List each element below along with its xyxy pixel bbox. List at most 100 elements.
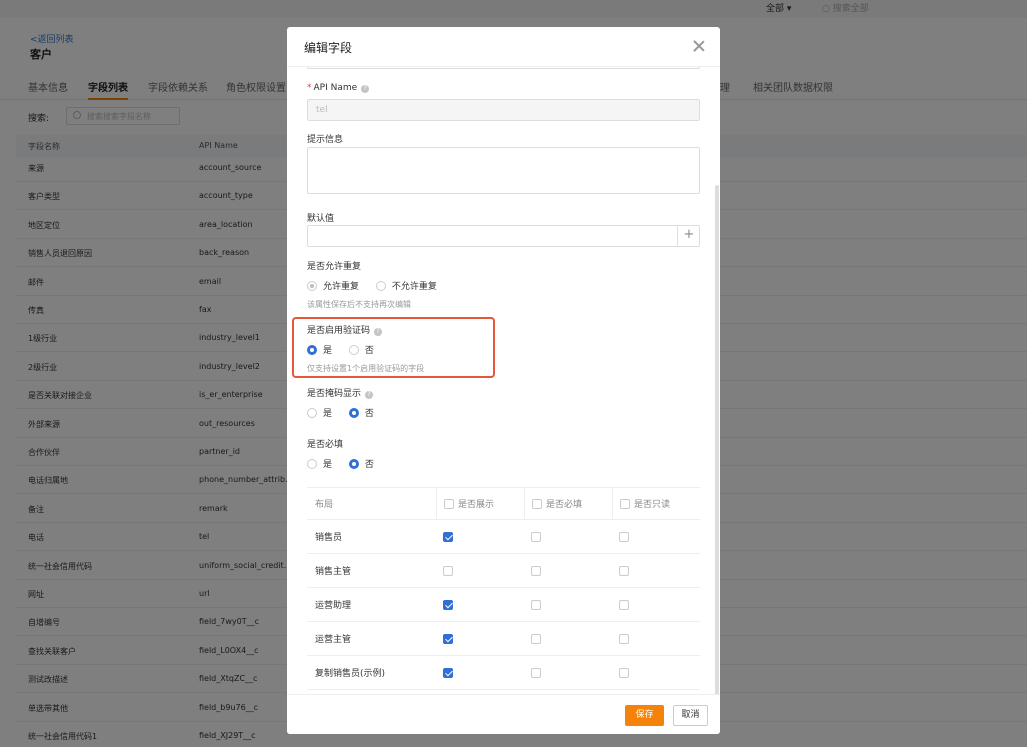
layout-permission-table: 布局 是否展示 是否必填 是否只读 销售员销售主管运营助理运营主管复制销售员(示…	[307, 487, 700, 690]
api-name-label-text: API Name	[313, 83, 358, 93]
radio-mask-no[interactable]: 否	[348, 406, 374, 419]
required-checkbox[interactable]	[531, 531, 541, 542]
show-checkbox-cell	[436, 588, 524, 621]
radio-mask-yes[interactable]: 是	[307, 406, 332, 419]
help-icon[interactable]: ?	[374, 328, 383, 336]
api-name-input[interactable]	[307, 99, 700, 121]
radio-circle	[348, 458, 359, 469]
verify-code-label-text: 是否启用验证码	[307, 326, 371, 336]
required-checkbox-cell	[524, 656, 612, 689]
radio-circle	[348, 344, 359, 355]
layout-name: 销售主管	[315, 567, 352, 577]
required-radio-group: 是 否	[307, 457, 388, 471]
header-layout: 布局	[315, 500, 334, 510]
dialog-footer: 保存 取消	[287, 694, 720, 734]
api-name-label: * API Name?	[307, 83, 370, 93]
header-show-all[interactable]: 是否展示	[436, 488, 524, 519]
verify-code-note: 仅支持设置1个启用验证码的字段	[307, 364, 425, 373]
header-label: 是否展示	[458, 500, 495, 510]
default-value-input[interactable]	[307, 225, 700, 247]
show-checkbox-cell	[436, 656, 524, 689]
radio-circle	[307, 407, 317, 418]
required-checkbox-cell	[524, 588, 612, 621]
help-icon[interactable]: ?	[361, 85, 370, 93]
dialog-body[interactable]: *API Name? 提示信息 默认值 + 是否允许重复 允许重复 不允许重复 …	[287, 67, 720, 694]
show-checkbox-cell	[436, 622, 524, 655]
readonly-checkbox-cell	[612, 622, 700, 655]
radio-required-yes[interactable]: 是	[307, 457, 332, 470]
allow-duplicate-note: 该属性保存后不支持再次编辑	[307, 300, 411, 309]
header-readonly-all[interactable]: 是否只读	[612, 488, 700, 519]
layout-name: 运营助理	[315, 601, 352, 611]
radio-disallow-duplicate[interactable]: 不允许重复	[375, 279, 437, 292]
layout-name: 销售员	[315, 533, 343, 543]
radio-verify-no[interactable]: 否	[348, 343, 374, 356]
layout-row: 运营助理	[307, 588, 700, 622]
required-checkbox[interactable]	[531, 667, 541, 678]
dialog-title: 编辑字段	[304, 41, 353, 55]
previous-field-input[interactable]	[307, 67, 700, 69]
verify-code-label: 是否启用验证码?	[307, 323, 383, 336]
allow-duplicate-label: 是否允许重复	[307, 262, 362, 272]
radio-label: 否	[364, 460, 374, 470]
header-label: 是否必填	[546, 500, 583, 510]
required-label: 是否必填	[307, 440, 344, 450]
readonly-checkbox-cell	[612, 656, 700, 689]
allow-duplicate-radio-group: 允许重复 不允许重复	[307, 279, 451, 293]
radio-label: 允许重复	[323, 282, 360, 292]
mask-display-radio-group: 是 否	[307, 406, 388, 420]
header-required-all[interactable]: 是否必填	[524, 488, 612, 519]
close-icon[interactable]	[692, 39, 706, 53]
required-checkbox[interactable]	[531, 599, 541, 610]
radio-verify-yes[interactable]: 是	[307, 343, 332, 356]
checkbox[interactable]	[620, 498, 630, 509]
show-checkbox-cell	[436, 554, 524, 587]
hint-info-label: 提示信息	[307, 135, 344, 145]
readonly-checkbox[interactable]	[619, 633, 629, 644]
default-value-label: 默认值	[307, 214, 335, 224]
help-icon[interactable]: ?	[365, 391, 374, 399]
dialog-scrollbar[interactable]	[715, 185, 719, 694]
header-label: 是否只读	[634, 500, 671, 510]
radio-label: 否	[364, 346, 374, 356]
radio-required-no[interactable]: 否	[348, 457, 374, 470]
show-checkbox-cell	[436, 520, 524, 553]
cancel-button[interactable]: 取消	[673, 705, 708, 726]
show-checkbox[interactable]	[443, 531, 453, 542]
checkbox[interactable]	[444, 498, 454, 509]
radio-circle	[348, 407, 359, 418]
show-checkbox[interactable]	[443, 599, 453, 610]
checkbox[interactable]	[532, 498, 542, 509]
radio-label: 是	[323, 409, 333, 419]
radio-circle	[307, 280, 317, 291]
hint-info-textarea[interactable]	[307, 147, 700, 194]
readonly-checkbox[interactable]	[619, 565, 629, 576]
layout-row: 销售主管	[307, 554, 700, 588]
readonly-checkbox-cell	[612, 520, 700, 553]
save-button[interactable]: 保存	[625, 705, 664, 726]
radio-circle	[307, 344, 317, 355]
required-checkbox-cell	[524, 554, 612, 587]
readonly-checkbox-cell	[612, 588, 700, 621]
readonly-checkbox[interactable]	[619, 599, 629, 610]
required-checkbox[interactable]	[531, 565, 541, 576]
required-checkbox-cell	[524, 520, 612, 553]
required-checkbox[interactable]	[531, 633, 541, 644]
radio-label: 是	[323, 460, 333, 470]
add-default-value-button[interactable]: +	[677, 225, 700, 247]
readonly-checkbox[interactable]	[619, 667, 629, 678]
layout-name: 运营主管	[315, 635, 352, 645]
radio-allow-duplicate[interactable]: 允许重复	[307, 279, 359, 292]
layout-row: 复制销售员(示例)	[307, 656, 700, 690]
required-checkbox-cell	[524, 622, 612, 655]
radio-label: 不允许重复	[391, 282, 437, 292]
verify-code-radio-group: 是 否	[307, 343, 388, 357]
layout-table-body: 销售员销售主管运营助理运营主管复制销售员(示例)	[307, 520, 700, 690]
edit-field-dialog: 编辑字段 *API Name? 提示信息 默认值 + 是否允许重复 允许重复 不…	[287, 27, 720, 734]
show-checkbox[interactable]	[443, 565, 453, 576]
show-checkbox[interactable]	[443, 667, 453, 678]
radio-label: 是	[323, 346, 333, 356]
show-checkbox[interactable]	[443, 633, 453, 644]
required-asterisk: *	[307, 83, 312, 93]
readonly-checkbox[interactable]	[619, 531, 629, 542]
